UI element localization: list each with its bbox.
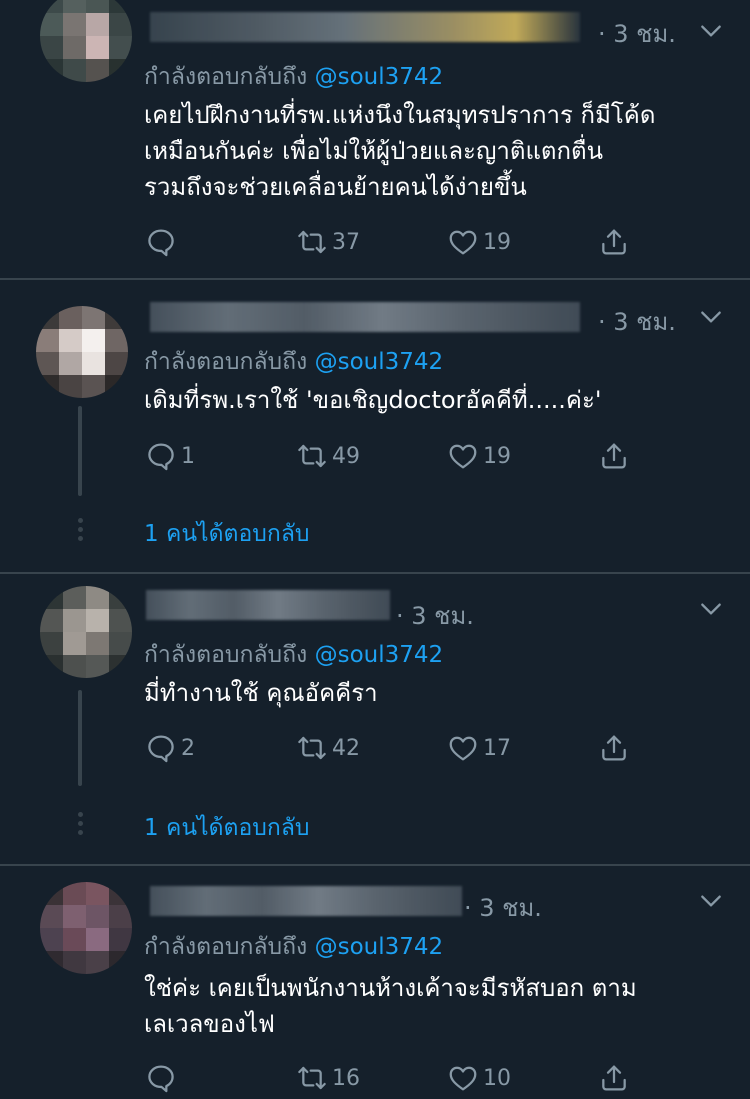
replying-to: กำลังตอบกลับถึง @soul3742: [144, 344, 443, 380]
retweet-count: 37: [332, 229, 360, 255]
heart-icon: [449, 1066, 477, 1091]
retweet-count: 49: [332, 443, 360, 469]
replying-to-label: กำลังตอบกลับถึง: [144, 934, 308, 960]
avatar[interactable]: [40, 882, 132, 974]
share-icon: [602, 443, 626, 469]
reply-button[interactable]: [145, 226, 181, 258]
comment-icon: [148, 735, 174, 763]
more-replies-link[interactable]: 1 คนได้ตอบกลับ: [144, 810, 310, 846]
replying-to: กำลังตอบกลับถึง @soul3742: [144, 637, 443, 673]
replying-to-label: กำลังตอบกลับถึง: [144, 349, 308, 375]
thread-connector: [78, 406, 82, 496]
like-button[interactable]: 10: [447, 1062, 511, 1094]
blurred-username[interactable]: [150, 302, 580, 332]
retweet-icon: [298, 230, 326, 254]
tweet-time[interactable]: · 3 ชม.: [598, 302, 676, 341]
replying-to: กำลังตอบกลับถึง @soul3742: [144, 59, 443, 95]
chevron-down-icon[interactable]: [698, 304, 724, 330]
like-button[interactable]: 19: [447, 226, 511, 258]
retweet-icon: [298, 444, 326, 468]
share-button[interactable]: [598, 732, 630, 764]
tweet-3[interactable]: · 3 ชม. กำลังตอบกลับถึง @soul3742 มี่ทำง…: [0, 574, 750, 864]
retweet-count: 42: [332, 735, 360, 761]
retweet-icon: [298, 736, 326, 760]
reply-count: 1: [181, 443, 195, 469]
comment-icon: [148, 443, 174, 471]
tweet-body: ใช่ค่ะ เคยเป็นพนักงานห้างเค้าจะมีรหัสบอก…: [144, 970, 637, 1042]
more-replies-link[interactable]: 1 คนได้ตอบกลับ: [144, 516, 310, 552]
reply-count: 2: [181, 735, 195, 761]
share-button[interactable]: [598, 440, 630, 472]
like-button[interactable]: 19: [447, 440, 511, 472]
like-button[interactable]: 17: [447, 732, 511, 764]
share-icon: [602, 1065, 626, 1091]
share-button[interactable]: [598, 226, 630, 258]
retweet-icon: [298, 1066, 326, 1090]
reply-handle-link[interactable]: @soul3742: [315, 642, 444, 668]
retweet-button[interactable]: 49: [296, 440, 360, 472]
comment-icon: [148, 1065, 174, 1093]
tweet-body-line: เลเวลของไฟ: [144, 1010, 275, 1038]
reply-button[interactable]: 1: [145, 440, 195, 472]
heart-icon: [449, 444, 477, 469]
retweet-button[interactable]: 42: [296, 732, 360, 764]
tweet-body-line: เคยไปฝึกงานที่รพ.แห่งนึงในสมุทรปราการ ก็…: [144, 101, 656, 129]
share-icon: [602, 735, 626, 761]
tweet-body-line: รวมถึงจะช่วยเคลื่อนย้ายคนได้ง่ายขึ้น: [144, 173, 527, 201]
chevron-down-icon[interactable]: [698, 18, 724, 44]
retweet-count: 16: [332, 1065, 360, 1091]
avatar[interactable]: [40, 0, 132, 82]
tweet-body-line: มี่ทำงานใช้ คุณอัคคีรา: [144, 679, 378, 707]
thread-dots: [76, 812, 84, 839]
retweet-button[interactable]: 37: [296, 226, 360, 258]
replying-to-label: กำลังตอบกลับถึง: [144, 64, 308, 90]
reply-button[interactable]: [145, 1062, 181, 1094]
tweet-body-line: ใช่ค่ะ เคยเป็นพนักงานห้างเค้าจะมีรหัสบอก…: [144, 974, 637, 1002]
avatar[interactable]: [36, 306, 128, 398]
like-count: 19: [483, 229, 511, 255]
chevron-down-icon[interactable]: [698, 888, 724, 914]
tweet-body: เดิมที่รพ.เราใช้ 'ขอเชิญdoctorอัคคีที่..…: [144, 382, 601, 418]
tweet-body-line: เดิมที่รพ.เราใช้ 'ขอเชิญdoctorอัคคีที่..…: [144, 386, 602, 414]
replying-to-label: กำลังตอบกลับถึง: [144, 642, 308, 668]
reply-feed: · 3 ชม. กำลังตอบกลับถึง @soul3742 เคยไปฝ…: [0, 0, 750, 1099]
tweet-body: มี่ทำงานใช้ คุณอัคคีรา: [144, 675, 378, 711]
tweet-body: เคยไปฝึกงานที่รพ.แห่งนึงในสมุทรปราการ ก็…: [144, 97, 655, 205]
replying-to: กำลังตอบกลับถึง @soul3742: [144, 929, 443, 965]
tweet-2[interactable]: · 3 ชม. กำลังตอบกลับถึง @soul3742 เดิมที…: [0, 280, 750, 572]
reply-handle-link[interactable]: @soul3742: [315, 64, 444, 90]
chevron-down-icon[interactable]: [698, 596, 724, 622]
thread-connector: [78, 690, 82, 786]
thread-dots: [76, 518, 84, 545]
tweet-time[interactable]: · 3 ชม.: [464, 888, 542, 927]
tweet-time[interactable]: · 3 ชม.: [396, 596, 474, 635]
reply-handle-link[interactable]: @soul3742: [315, 934, 444, 960]
comment-icon: [148, 229, 174, 257]
share-button[interactable]: [598, 1062, 630, 1094]
blurred-username[interactable]: [150, 886, 462, 916]
tweet-body-line: เหมือนกันค่ะ เพื่อไม่ให้ผู้ป่วยและญาติแต…: [144, 137, 604, 165]
tweet-4[interactable]: · 3 ชม. กำลังตอบกลับถึง @soul3742 ใช่ค่ะ…: [0, 866, 750, 1099]
tweet-1[interactable]: · 3 ชม. กำลังตอบกลับถึง @soul3742 เคยไปฝ…: [0, 0, 750, 278]
reply-button[interactable]: 2: [145, 732, 195, 764]
like-count: 17: [483, 735, 511, 761]
avatar[interactable]: [40, 586, 132, 678]
heart-icon: [449, 230, 477, 255]
like-count: 10: [483, 1065, 511, 1091]
reply-handle-link[interactable]: @soul3742: [315, 349, 444, 375]
like-count: 19: [483, 443, 511, 469]
heart-icon: [449, 736, 477, 761]
tweet-time[interactable]: · 3 ชม.: [598, 14, 676, 53]
blurred-username[interactable]: [146, 590, 390, 620]
blurred-username[interactable]: [150, 12, 580, 42]
retweet-button[interactable]: 16: [296, 1062, 360, 1094]
share-icon: [602, 229, 626, 255]
